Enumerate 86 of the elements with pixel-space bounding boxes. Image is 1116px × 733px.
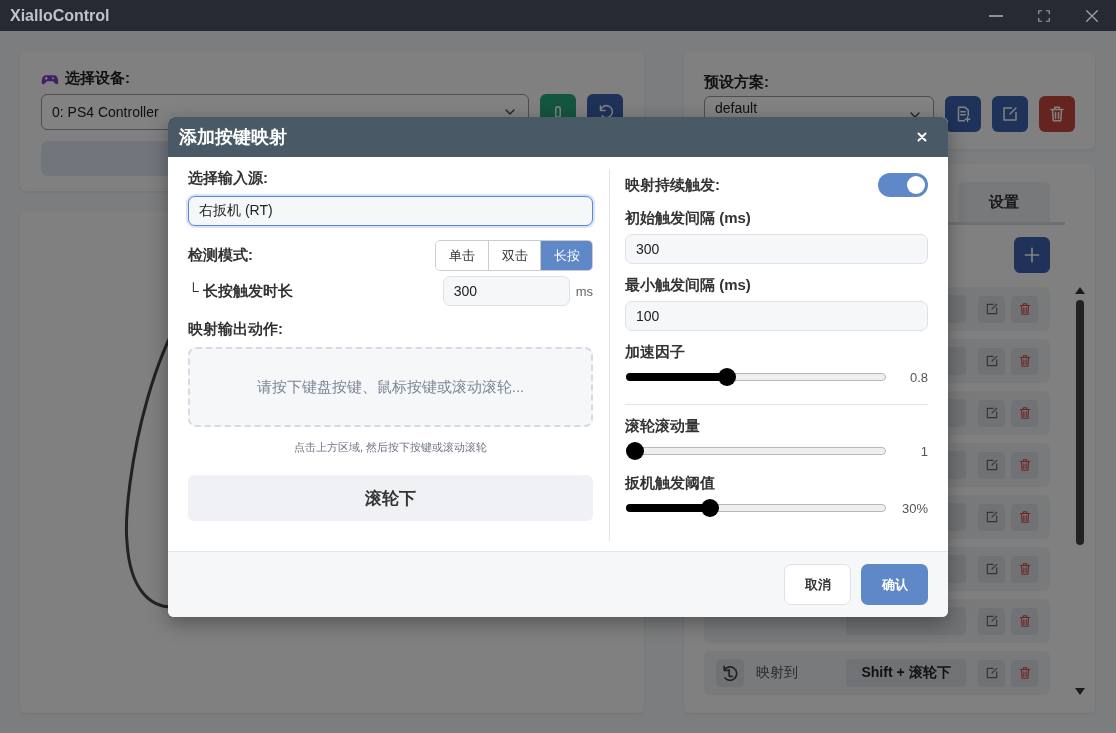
edit-icon — [984, 666, 999, 680]
trash-icon — [1017, 666, 1032, 680]
edit-icon — [984, 354, 999, 368]
slider-thumb[interactable] — [701, 499, 719, 517]
trash-icon — [1017, 354, 1032, 368]
delete-button[interactable] — [1011, 503, 1038, 531]
field-label: 预设方案: — [704, 73, 770, 92]
trash-icon — [1017, 406, 1032, 420]
window-title: XialloControl — [10, 6, 110, 25]
toggle-switch[interactable] — [878, 173, 928, 197]
rotate-icon — [720, 663, 740, 683]
delete-button[interactable] — [1011, 399, 1038, 427]
delete-button[interactable] — [1011, 555, 1038, 583]
trash-icon — [1017, 614, 1032, 628]
mapping-label: 映射到 — [756, 664, 798, 682]
cancel-button[interactable]: 取消 — [784, 564, 851, 605]
trash-icon — [1017, 510, 1032, 524]
trash-icon — [1048, 105, 1066, 123]
slider[interactable] — [626, 442, 886, 460]
edit-icon — [984, 302, 999, 316]
edit-button[interactable] — [978, 295, 1005, 323]
mapping-row[interactable]: 映射到 Shift + 滚轮下 — [704, 651, 1050, 695]
scrollbar-thumb[interactable] — [1076, 300, 1084, 545]
slider-thumb[interactable] — [626, 442, 644, 460]
mode-option[interactable]: 长按 — [540, 241, 592, 270]
close-icon — [1084, 7, 1100, 24]
field-label: 选择设备: — [65, 69, 130, 88]
slider-thumb[interactable] — [717, 368, 736, 386]
maximize-icon — [1037, 8, 1051, 23]
delete-button[interactable] — [1011, 451, 1038, 479]
edit-icon — [984, 562, 999, 576]
key-badge: Shift + 滚轮下 — [846, 659, 966, 687]
delete-button[interactable] — [1011, 607, 1038, 635]
delete-button[interactable] — [1011, 347, 1038, 375]
slider[interactable] — [626, 499, 886, 517]
field-label: 加速因子 — [625, 343, 686, 362]
field-label: 检测模式: — [188, 246, 253, 265]
field-label: └ 长按触发时长 — [188, 281, 293, 301]
plus-icon — [1022, 245, 1042, 265]
interval-field[interactable]: 300 — [625, 234, 928, 264]
edit-button[interactable] — [978, 659, 1005, 687]
field-label: 滚轮滚动量 — [625, 417, 701, 436]
slider-value: 0.8 — [908, 369, 928, 385]
edit-button[interactable] — [978, 347, 1005, 375]
field-label: 初始触发间隔 (ms) — [625, 209, 752, 228]
key-capture-area[interactable]: 请按下键盘按键、鼠标按键或滚动滚轮... — [188, 347, 593, 427]
scroll-up-arrow[interactable] — [1075, 287, 1085, 294]
duration-field[interactable]: 300 — [442, 276, 570, 306]
trash-icon — [1017, 562, 1032, 576]
hint-text: 点击上方区域, 然后按下按键或滚动滚轮 — [292, 440, 489, 455]
trash-icon — [1017, 458, 1032, 472]
slider[interactable] — [626, 368, 886, 386]
slider-value: 30% — [900, 500, 928, 516]
edit-button[interactable] — [978, 555, 1005, 583]
edit-button[interactable] — [978, 399, 1005, 427]
scroll-down-arrow[interactable] — [1075, 688, 1085, 695]
delete-preset-button[interactable] — [1039, 96, 1075, 132]
field-label: 最小触发间隔 (ms) — [625, 276, 752, 295]
field-label: 映射输出动作: — [188, 320, 284, 339]
delete-button[interactable] — [1011, 659, 1038, 687]
field-label: 选择输入源: — [188, 169, 269, 188]
unit-label: ms — [575, 283, 593, 299]
field-label: 映射持续触发: — [625, 175, 720, 195]
edit-icon — [984, 406, 999, 420]
add-button[interactable] — [1014, 237, 1050, 273]
edit-icon — [984, 510, 999, 524]
close-button[interactable] — [916, 131, 928, 143]
interval-field[interactable]: 100 — [625, 301, 928, 331]
output-action-display: 滚轮下 — [188, 475, 593, 521]
confirm-button[interactable]: 确认 — [861, 564, 928, 605]
slider-value: 1 — [919, 443, 928, 459]
delete-button[interactable] — [1011, 295, 1038, 323]
tab[interactable]: 设置 — [958, 182, 1050, 222]
minimize-icon — [989, 14, 1003, 17]
edit-icon — [1001, 105, 1019, 123]
trash-icon — [1017, 302, 1032, 316]
new-preset-button[interactable] — [945, 96, 981, 132]
input-source-field[interactable]: 右扳机 (RT) — [188, 196, 593, 226]
edit-icon — [984, 458, 999, 472]
edit-preset-button[interactable] — [992, 96, 1028, 132]
edit-icon — [984, 614, 999, 628]
close-icon — [916, 131, 928, 143]
edit-button[interactable] — [978, 451, 1005, 479]
edit-button[interactable] — [978, 607, 1005, 635]
edit-button[interactable] — [978, 503, 1005, 531]
field-label: 扳机触发阈值 — [625, 474, 716, 493]
